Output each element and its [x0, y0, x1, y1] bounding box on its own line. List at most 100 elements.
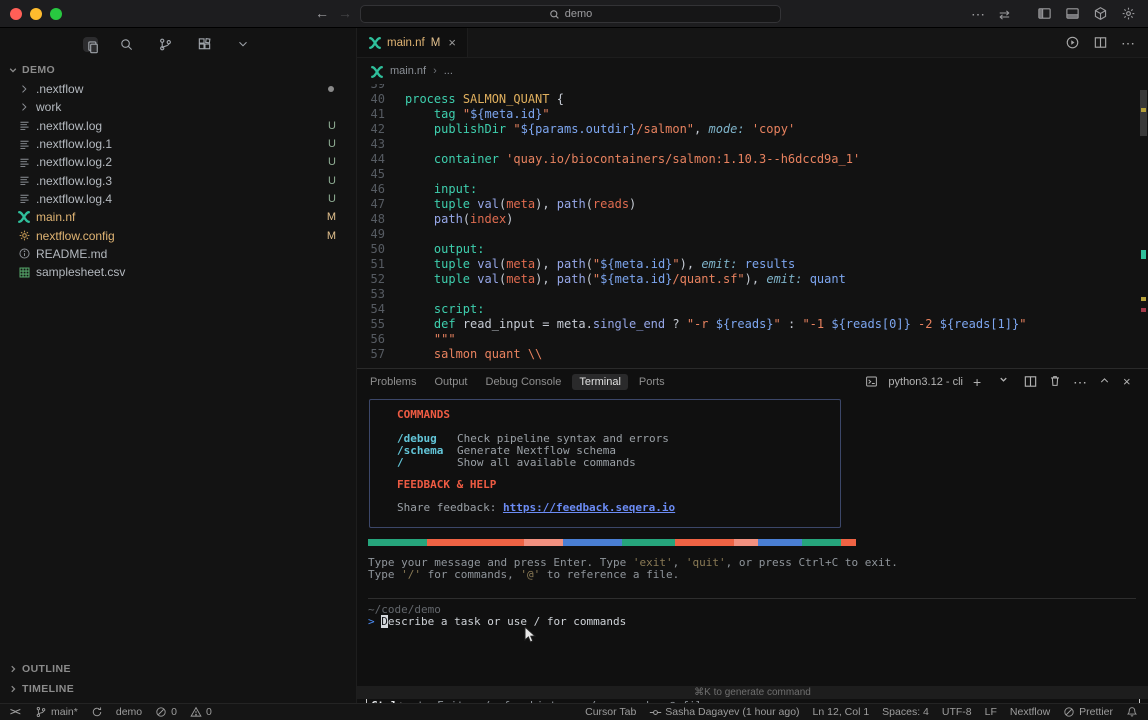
more-icon[interactable]: ⋯: [971, 6, 986, 21]
tab-main-nf[interactable]: main.nf M ×: [357, 28, 468, 57]
nav-back-button[interactable]: ←: [315, 5, 329, 21]
code-line: 42 publishDir "${params.outdir}/salmon",…: [357, 122, 1148, 137]
layout-panel-icon[interactable]: [1065, 6, 1080, 21]
statusbar-prettier-item[interactable]: Prettier: [1063, 706, 1113, 718]
breadcrumb-file[interactable]: main.nf: [390, 65, 426, 77]
tree-item-nextflow-log-2[interactable]: .nextflow.log.2U: [0, 153, 356, 171]
terminal-feedback-title: FEEDBACK & HELP: [397, 479, 840, 491]
statusbar-bell-item[interactable]: [1126, 706, 1138, 718]
more-icon[interactable]: ⋯: [1121, 35, 1136, 50]
sidebar-bottom-sections: OUTLINE TIMELINE: [0, 659, 356, 699]
chevron-up-icon[interactable]: [1098, 374, 1113, 389]
git-status-badge: U: [328, 193, 336, 205]
remote-icon: ><: [10, 706, 22, 718]
activity-source-control-icon[interactable]: [158, 37, 173, 52]
statusbar-remote-item[interactable]: ><: [10, 706, 22, 718]
more-icon[interactable]: ⋯: [1073, 374, 1088, 389]
tree-item-nextflow-log[interactable]: .nextflow.logU: [0, 117, 356, 135]
statusbar-cursor-item[interactable]: Cursor Tab: [585, 706, 636, 718]
panel-tab-output[interactable]: Output: [434, 376, 467, 388]
explorer-section-header[interactable]: DEMO: [0, 60, 356, 80]
line-number: 52: [357, 272, 385, 287]
code-text: publishDir "${params.outdir}/salmon", mo…: [405, 122, 795, 137]
breadcrumb-more[interactable]: ...: [444, 65, 453, 77]
statusbar-item-text: Prettier: [1079, 706, 1113, 718]
sync-arrows-icon[interactable]: ⇄: [999, 6, 1014, 21]
chevron-down-icon[interactable]: [236, 37, 251, 52]
tree-item-readme-md[interactable]: README.md: [0, 245, 356, 263]
statusbar-sasha-item[interactable]: Sasha Dagayev (1 hour ago): [649, 706, 799, 718]
line-number: 54: [357, 302, 385, 317]
statusbar-0-item[interactable]: 0: [190, 706, 212, 718]
gradient-segment: [524, 539, 563, 546]
file-label: README.md: [36, 247, 107, 261]
split-editor-icon[interactable]: [1093, 35, 1108, 50]
trash-icon[interactable]: [1048, 374, 1063, 389]
tree-item-work[interactable]: work: [0, 98, 356, 116]
code-line: 53: [357, 287, 1148, 302]
outline-label: OUTLINE: [22, 663, 71, 675]
split-editor-icon[interactable]: [1023, 374, 1038, 389]
statusbar-0-item[interactable]: 0: [155, 706, 177, 718]
tree-item-samplesheet-csv[interactable]: samplesheet.csv: [0, 263, 356, 281]
gradient-segment: [427, 539, 525, 546]
file-label: .nextflow.log.3: [36, 174, 112, 188]
tree-item-nextflow-config[interactable]: nextflow.configM: [0, 226, 356, 244]
explorer-section-label: DEMO: [22, 64, 55, 76]
layout-sidebar-icon[interactable]: [1037, 6, 1052, 21]
code-text: tuple val(meta), path("${meta.id}"), emi…: [405, 257, 795, 272]
tree-item-nextflow[interactable]: .nextflow: [0, 80, 356, 98]
tree-item-main-nf[interactable]: main.nfM: [0, 208, 356, 226]
panel-tab-debug-console[interactable]: Debug Console: [486, 376, 562, 388]
search-value: demo: [565, 8, 593, 20]
plus-icon[interactable]: +: [973, 374, 988, 389]
gradient-segment: [758, 539, 802, 546]
cube-icon[interactable]: [1093, 6, 1108, 21]
panel-tab-terminal[interactable]: Terminal: [572, 374, 628, 390]
activity-files-icon[interactable]: [83, 37, 98, 52]
tree-item-nextflow-log-4[interactable]: .nextflow.log.4U: [0, 190, 356, 208]
close-x-icon[interactable]: ×: [1123, 374, 1138, 389]
statusbar-demo-item[interactable]: demo: [116, 706, 142, 718]
tree-item-nextflow-log-3[interactable]: .nextflow.log.3U: [0, 171, 356, 189]
statusbar-main*-item[interactable]: main*: [35, 706, 78, 718]
code-editor[interactable]: 3940process SALMON_QUANT {41 tag "${meta…: [357, 84, 1148, 368]
feedback-link[interactable]: https://feedback.seqera.io: [503, 501, 675, 514]
terminal-prompt-input[interactable]: > Describe a task or use / for commands: [368, 616, 626, 628]
command-center-search[interactable]: demo: [360, 5, 781, 23]
tree-item-nextflow-log-1[interactable]: .nextflow.log.1U: [0, 135, 356, 153]
line-number: 51: [357, 257, 385, 272]
branch-icon: [35, 706, 47, 718]
line-number: 56: [357, 332, 385, 347]
line-number: 48: [357, 212, 385, 227]
timeline-section-header[interactable]: TIMELINE: [0, 679, 356, 699]
terminal-view[interactable]: COMMANDS /debugCheck pipeline syntax and…: [357, 395, 1148, 703]
tab-close-icon[interactable]: ×: [448, 35, 456, 50]
maximize-window-button[interactable]: [50, 8, 62, 20]
statusbar-spaces-item[interactable]: Spaces: 4: [882, 706, 929, 718]
statusbar-lf-item[interactable]: LF: [985, 706, 997, 718]
statusbar-ln-item[interactable]: Ln 12, Col 1: [813, 706, 870, 718]
statusbar-item-text: Nextflow: [1010, 706, 1050, 718]
pipeline-run-icon[interactable]: [1065, 35, 1080, 50]
minimize-window-button[interactable]: [30, 8, 42, 20]
panel-tab-problems[interactable]: Problems: [370, 376, 416, 388]
editor-scrollbar[interactable]: [1140, 90, 1147, 136]
breadcrumb[interactable]: main.nf › ...: [357, 58, 1148, 84]
statusbar-sync-item[interactable]: [91, 706, 103, 718]
tab-modified-badge: M: [431, 37, 441, 49]
activity-search-icon[interactable]: [119, 37, 134, 52]
statusbar-nextflow-item[interactable]: Nextflow: [1010, 706, 1050, 718]
ruler-mark: [1141, 297, 1146, 301]
settings-gear-icon[interactable]: [1121, 6, 1136, 21]
statusbar-utf-8-item[interactable]: UTF-8: [942, 706, 972, 718]
panel-tab-ports[interactable]: Ports: [639, 376, 665, 388]
activity-extensions-icon[interactable]: [197, 37, 212, 52]
gradient-segment: [802, 539, 841, 546]
close-window-button[interactable]: [10, 8, 22, 20]
outline-section-header[interactable]: OUTLINE: [0, 659, 356, 679]
code-line: 46 input:: [357, 182, 1148, 197]
nav-forward-button[interactable]: →: [338, 5, 352, 21]
chevron-down-icon[interactable]: [998, 374, 1013, 389]
terminal-instance-label[interactable]: python3.12 - cli: [888, 376, 963, 388]
